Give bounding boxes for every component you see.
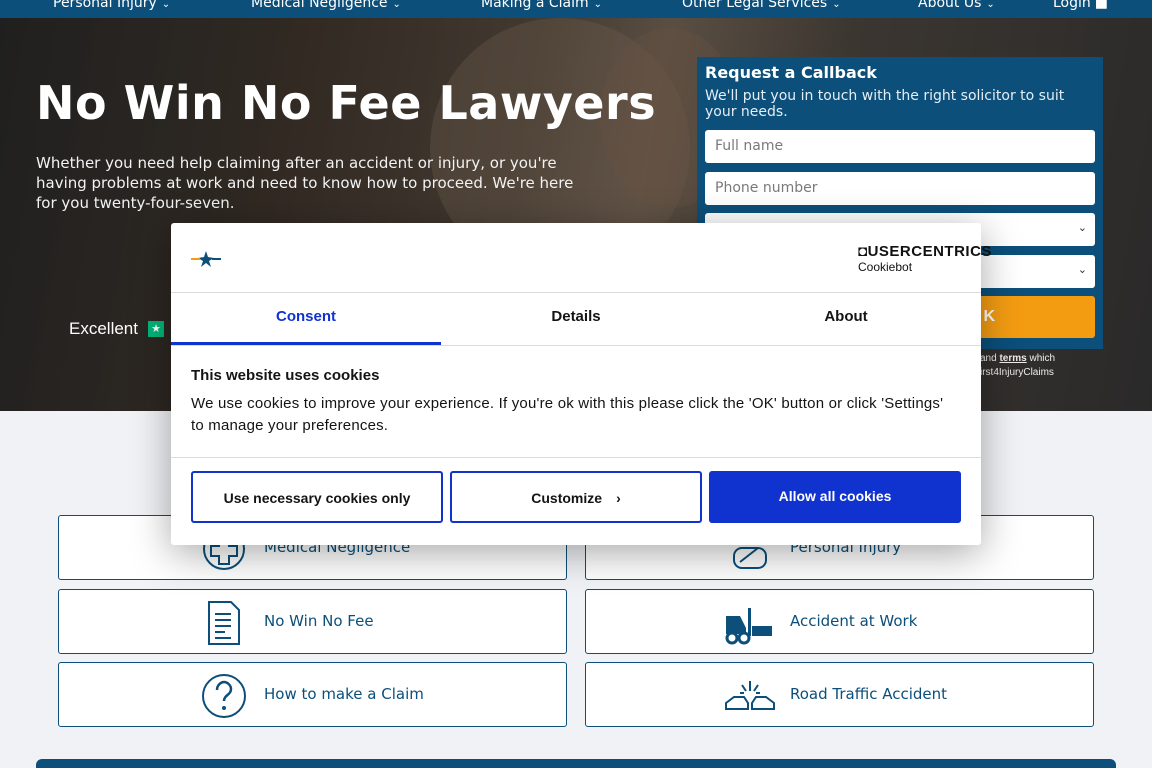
full-name-field[interactable]: Full name: [705, 130, 1095, 163]
chevron-right-icon: ›: [616, 490, 621, 506]
hero-title: No Win No Fee Lawyers: [36, 76, 657, 130]
hero-subtitle: Whether you need help claiming after an …: [36, 154, 574, 212]
lock-icon: ■: [1094, 0, 1109, 11]
nav-item-label: Other Legal Services: [682, 0, 828, 11]
trustpilot-star-icon: ★: [148, 321, 164, 337]
car-crash-icon: [725, 681, 775, 710]
nav-item-label: Login: [1053, 0, 1091, 11]
callback-description: We'll put you in touch with the right so…: [705, 88, 1065, 120]
chevron-down-icon: ⌄: [593, 0, 603, 10]
nav-item-label: About Us: [918, 0, 982, 11]
cookie-consent-dialog: ◘USERCENTRICS Cookiebot Consent Details …: [171, 223, 991, 545]
category-label: Accident at Work: [790, 612, 918, 630]
site-logo-icon: [191, 251, 221, 267]
nav-item-login[interactable]: Login ■: [1053, 0, 1108, 11]
divider: [171, 345, 981, 346]
allow-all-cookies-button[interactable]: Allow all cookies: [709, 471, 961, 523]
category-accident-at-work[interactable]: Accident at Work: [585, 589, 1094, 654]
nav-item-medical-negligence[interactable]: Medical Negligence ⌄: [251, 0, 401, 11]
cookiebot-brand: ◘USERCENTRICS: [858, 243, 992, 260]
brand-text: USERCENTRICS: [867, 243, 992, 260]
chevron-down-icon: ⌄: [392, 0, 401, 10]
nav-item-label: Personal Injury: [53, 0, 157, 11]
shield-icon: ◘: [858, 243, 868, 260]
category-road-traffic-accident[interactable]: Road Traffic Accident: [585, 662, 1094, 727]
trustpilot-rating[interactable]: Excellent: [69, 319, 138, 339]
cookie-heading: This website uses cookies: [191, 367, 380, 384]
phone-number-field[interactable]: Phone number: [705, 172, 1095, 205]
terms-text: and terms which irst4InjuryClaims: [980, 352, 1055, 380]
cookie-description: We use cookies to improve your experienc…: [191, 395, 944, 434]
terms-text-line2: irst4InjuryClaims: [980, 367, 1054, 378]
terms-text-start: and: [980, 353, 997, 364]
category-label: Road Traffic Accident: [790, 685, 948, 703]
top-navigation: Personal Injury ⌄ Medical Negligence ⌄ Mak…: [0, 0, 1152, 18]
nav-item-label: Making a Claim: [481, 0, 589, 11]
tab-details[interactable]: Details: [441, 293, 711, 345]
terms-link[interactable]: terms: [999, 353, 1026, 364]
chevron-down-icon: ⌄: [1077, 221, 1087, 234]
callback-title: Request a Callback: [705, 63, 877, 82]
tab-consent[interactable]: Consent: [171, 293, 441, 345]
terms-text-end: which: [1029, 353, 1056, 364]
chevron-down-icon: ⌄: [1077, 263, 1087, 276]
nav-item-about-us[interactable]: About Us ⌄: [918, 0, 995, 11]
nav-item-other-legal-services[interactable]: Other Legal Services ⌄: [682, 0, 841, 11]
question-icon: [202, 674, 246, 718]
chevron-down-icon: ⌄: [832, 0, 841, 10]
nav-item-personal-injury[interactable]: Personal Injury ⌄: [53, 0, 170, 11]
nav-item-label: Medical Negligence: [251, 0, 388, 11]
necessary-cookies-button[interactable]: Use necessary cookies only: [191, 471, 443, 523]
divider: [171, 457, 981, 458]
forklift-icon: [725, 608, 772, 645]
chevron-down-icon: ⌄: [161, 0, 171, 10]
nav-item-making-a-claim[interactable]: Making a Claim ⌄: [481, 0, 602, 11]
cookiebot-logo: ◘USERCENTRICS Cookiebot: [858, 243, 992, 274]
category-label: How to make a Claim: [264, 685, 424, 703]
category-no-win-no-fee[interactable]: No Win No Fee: [58, 589, 567, 654]
tab-about[interactable]: About: [711, 293, 981, 345]
category-label: No Win No Fee: [264, 612, 374, 630]
cookiebot-sub: Cookiebot: [858, 260, 913, 274]
chevron-down-icon: ⌄: [986, 0, 995, 10]
customize-label: Customize: [531, 490, 603, 506]
bottom-banner: [36, 759, 1116, 768]
category-how-to-make-a-claim[interactable]: How to make a Claim: [58, 662, 567, 727]
customize-button[interactable]: Customize ›: [450, 471, 702, 523]
document-icon: [208, 601, 240, 645]
